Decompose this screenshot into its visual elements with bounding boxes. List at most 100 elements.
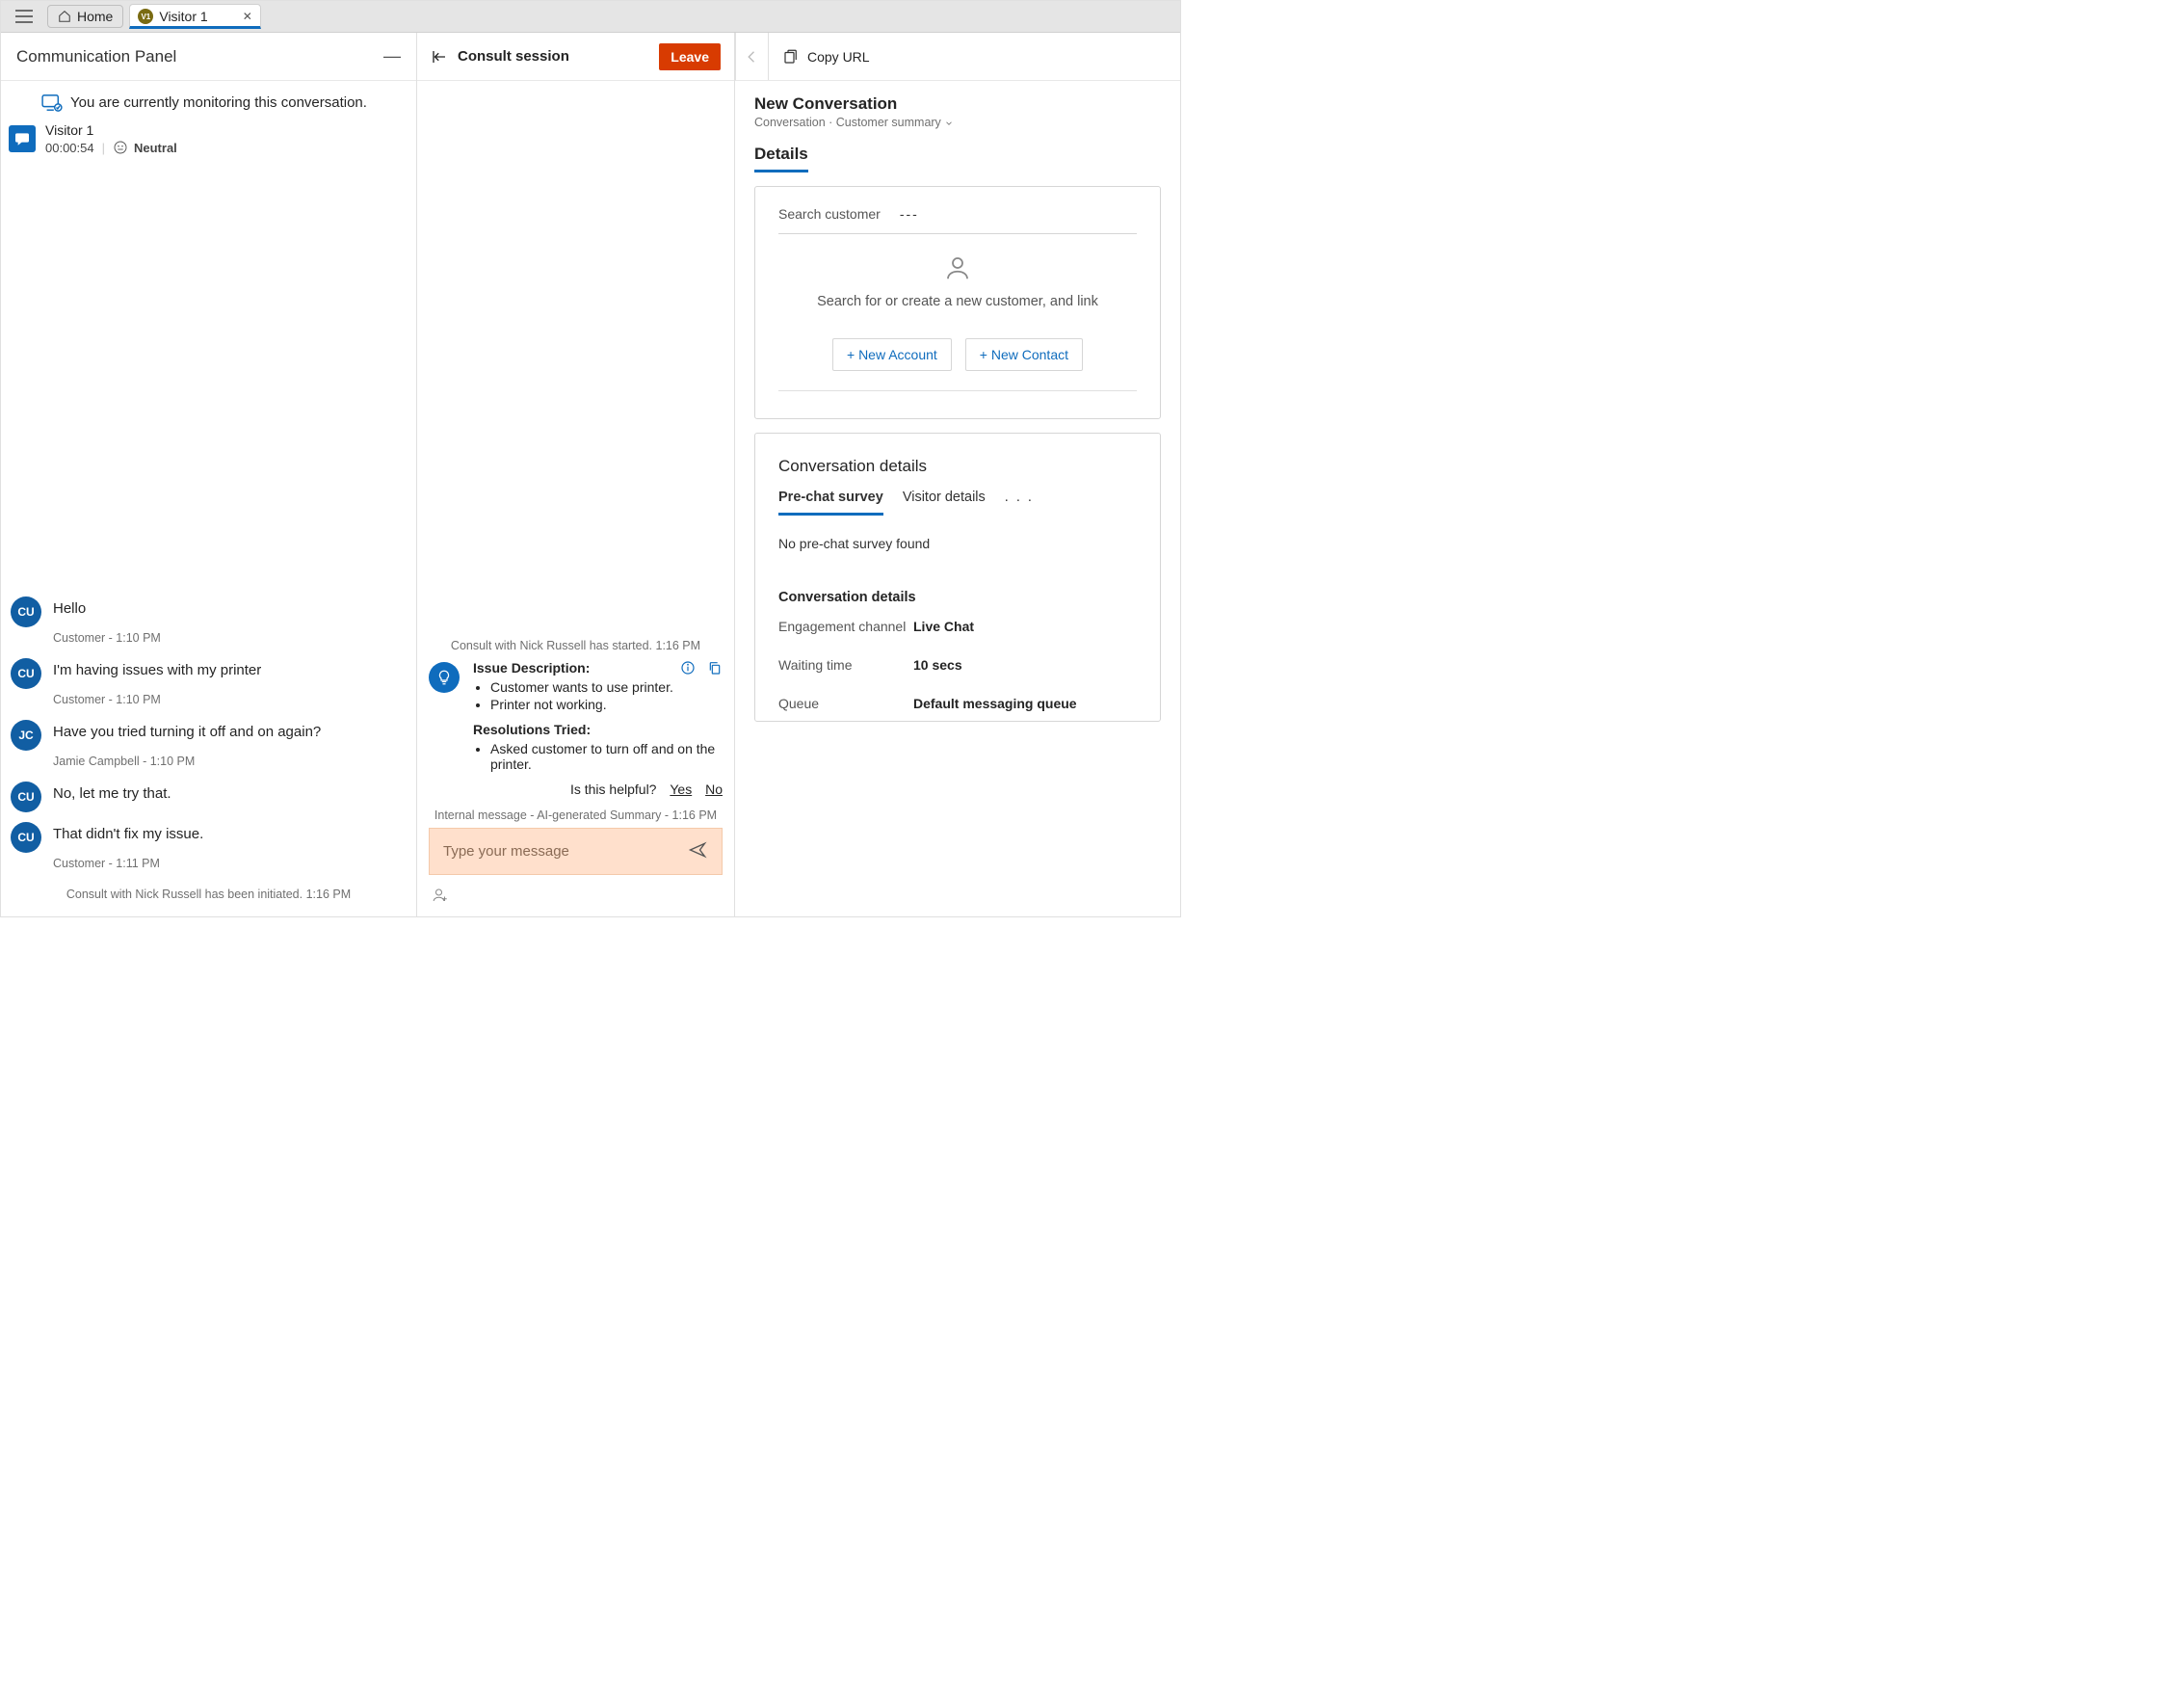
message: JC Have you tried turning it off and on a… [11,720,407,772]
home-label: Home [77,9,113,24]
message-meta: Customer - 1:10 PM [53,631,407,645]
person-icon [943,253,972,282]
no-survey-text: No pre-chat survey found [778,536,1137,551]
panel-title: Communication Panel [16,47,176,66]
tab-avatar: V1 [138,9,153,24]
tab-visitor-details[interactable]: Visitor details [903,490,986,516]
message-meta: Jamie Campbell - 1:10 PM [53,755,407,768]
close-tab-button[interactable]: ✕ [243,10,252,23]
kv-value: Default messaging queue [913,696,1137,711]
consult-title: Consult session [458,48,569,65]
list-item: Customer wants to use printer. [490,679,723,695]
lightbulb-icon [429,662,460,693]
sentiment-indicator: Neutral [113,140,177,155]
message-text: Have you tried turning it off and on aga… [53,724,321,740]
message: CU I'm having issues with my printer Custo… [11,658,407,710]
message-text: I'm having issues with my printer [53,662,261,678]
sentiment-label: Neutral [134,141,177,155]
collapse-left-icon[interactable] [431,48,448,66]
copy-icon[interactable] [707,660,723,676]
ai-summary-card: Issue Description: Customer wants to use… [429,660,723,803]
info-icon[interactable] [680,660,696,676]
kv-value: Live Chat [913,619,1137,634]
new-account-button[interactable]: + New Account [832,338,952,371]
chat-icon [9,125,36,152]
issue-list: Customer wants to use printer. Printer no… [490,679,723,712]
conversation-details-card: Conversation details Pre-chat survey Vis… [754,433,1161,722]
copy-url-icon [782,48,800,66]
leave-button[interactable]: Leave [659,43,721,70]
details-panel: Copy URL New Conversation Conversation ·… [735,33,1180,916]
search-customer-value[interactable]: --- [900,206,919,222]
kv-key: Waiting time [778,657,913,673]
list-item: Printer not working. [490,697,723,712]
internal-message-meta: Internal message - AI-generated Summary … [429,808,723,822]
kv-key: Queue [778,696,913,711]
tab-pre-chat-survey[interactable]: Pre-chat survey [778,490,883,516]
tab-label: Visitor 1 [159,9,207,24]
resolutions-heading: Resolutions Tried: [473,722,591,737]
top-bar: Home V1 Visitor 1 ✕ [1,1,1180,33]
form-selector[interactable]: Customer summary [836,116,955,129]
copy-url-button[interactable]: Copy URL [782,48,870,66]
send-icon [687,840,708,860]
home-tab[interactable]: Home [47,5,123,28]
helpful-prompt: Is this helpful? Yes No [473,782,723,797]
tab-overflow-button[interactable]: . . . [1005,490,1034,516]
issue-heading: Issue Description: [473,660,590,676]
message-meta: Customer - 1:10 PM [53,693,407,706]
monitoring-banner: You are currently monitoring this conver… [1,81,416,117]
conversation-details-title: Conversation details [778,457,1137,476]
conversation-kv-list: Engagement channelLive ChatWaiting time1… [778,619,1137,711]
back-button[interactable] [736,33,769,80]
message-avatar: CU [11,782,41,812]
kv-value: 10 secs [913,657,1137,673]
send-button[interactable] [687,840,708,862]
message-avatar: CU [11,596,41,627]
record-subtitle: Conversation · Customer summary [754,116,1161,129]
compose-box[interactable] [429,828,723,875]
arrow-left-icon [744,48,761,66]
kv-section-title: Conversation details [778,590,1137,605]
copy-url-label: Copy URL [807,49,870,65]
record-title: New Conversation [754,94,1161,114]
message-input[interactable] [443,843,677,860]
consult-started-note: Consult with Nick Russell has started. 1… [429,639,723,652]
neutral-face-icon [113,140,128,155]
monitor-icon [41,94,63,112]
resolutions-list: Asked customer to turn off and on the pr… [490,741,723,772]
list-item: Asked customer to turn off and on the pr… [490,741,723,772]
add-person-icon [431,887,450,904]
helpful-yes-link[interactable]: Yes [670,782,692,797]
message: CU No, let me try that. [11,782,407,812]
system-note: Consult with Nick Russell has been initi… [11,888,407,901]
new-contact-button[interactable]: + New Contact [965,338,1083,371]
search-customer-label: Search customer [778,206,881,222]
message-avatar: CU [11,658,41,689]
message-text: Hello [53,600,86,617]
collapse-panel-button[interactable]: — [383,46,401,66]
details-tab[interactable]: Details [754,145,808,172]
communication-panel: Communication Panel — You are currently … [1,33,417,916]
customer-empty-hint: Search for or create a new customer, and… [778,294,1137,309]
add-participant-button[interactable] [431,891,450,907]
active-conversation-row[interactable]: Visitor 1 00:00:54 | Neutral [1,117,416,165]
consult-panel: Consult session Leave Consult with Nick … [417,33,735,916]
message-text: That didn't fix my issue. [53,826,203,842]
helpful-no-link[interactable]: No [705,782,723,797]
message-list[interactable]: CU Hello Customer - 1:10 PM CU I'm having is… [1,165,416,916]
visitor-name: Visitor 1 [45,122,177,138]
message: CUThat didn't fix my issue.Customer - 1:… [11,822,407,874]
conversation-timer: 00:00:54 [45,141,94,155]
message: CU Hello Customer - 1:10 PM [11,596,407,649]
session-tab[interactable]: V1 Visitor 1 ✕ [129,4,260,29]
home-icon [58,10,71,23]
helpful-question: Is this helpful? [570,782,657,797]
customer-card: Search customer --- Search for or create… [754,186,1161,419]
chevron-down-icon [944,119,954,128]
message-meta: Customer - 1:11 PM [53,857,407,870]
message-avatar: JC [11,720,41,751]
monitoring-banner-text: You are currently monitoring this conver… [70,94,367,111]
hamburger-menu-button[interactable] [5,3,43,30]
message-text: No, let me try that. [53,785,171,802]
